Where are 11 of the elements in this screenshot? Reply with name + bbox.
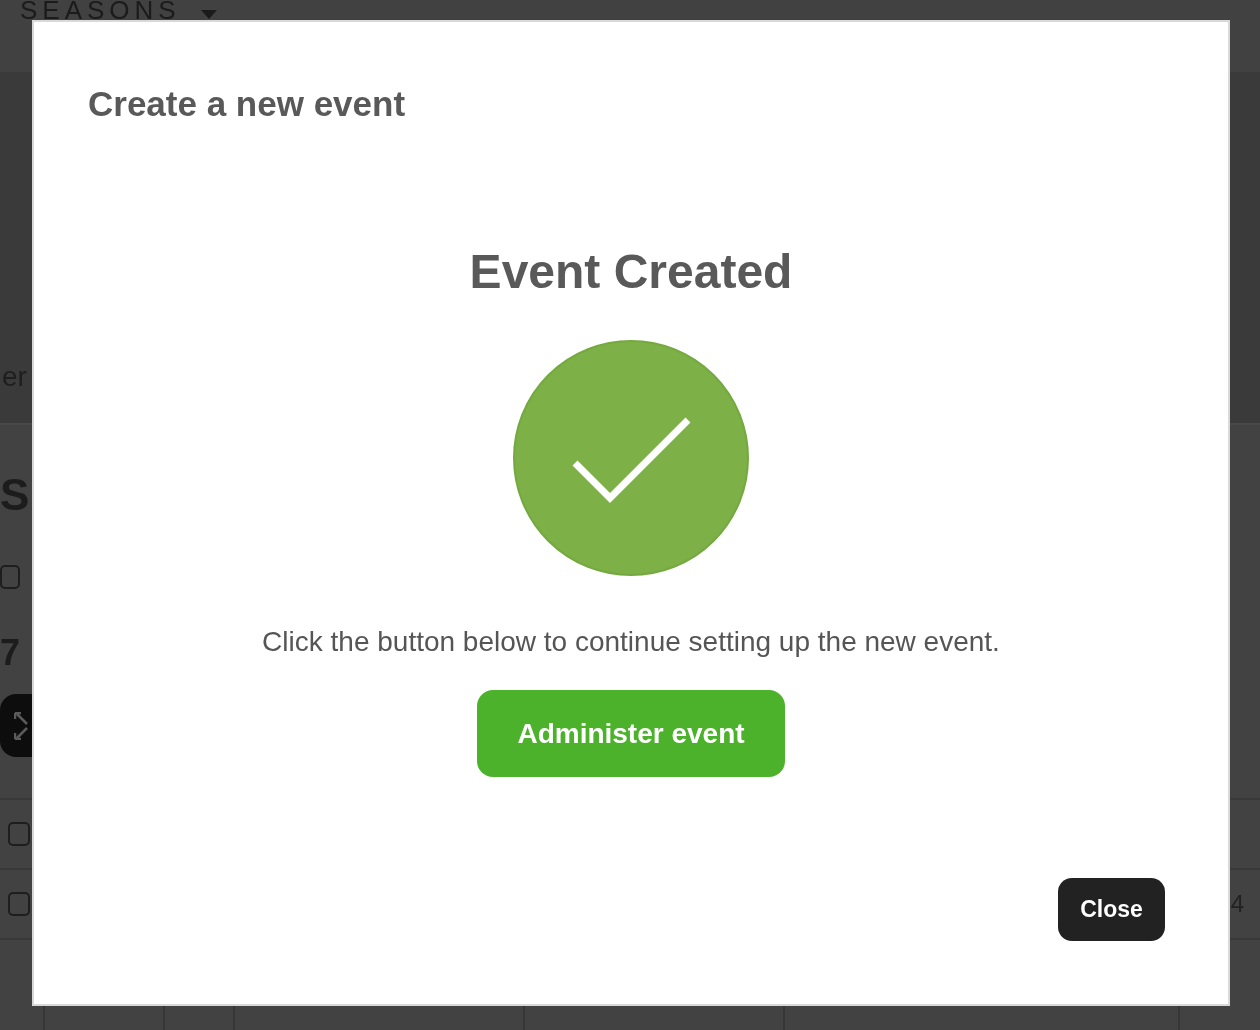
dialog-title: Create a new event bbox=[88, 84, 406, 124]
row-checkbox[interactable] bbox=[8, 892, 30, 916]
check-circle-icon bbox=[513, 340, 749, 576]
expand-icon bbox=[14, 711, 28, 740]
expand-button[interactable] bbox=[0, 694, 32, 757]
status-heading: Event Created bbox=[469, 244, 793, 300]
dialog-message: Click the button below to continue setting up the new event. bbox=[262, 625, 1000, 659]
row-checkbox[interactable] bbox=[8, 822, 30, 846]
checkbox[interactable] bbox=[0, 565, 20, 589]
administer-event-button[interactable]: Administer event bbox=[477, 690, 785, 777]
close-button[interactable]: Close bbox=[1058, 878, 1165, 941]
